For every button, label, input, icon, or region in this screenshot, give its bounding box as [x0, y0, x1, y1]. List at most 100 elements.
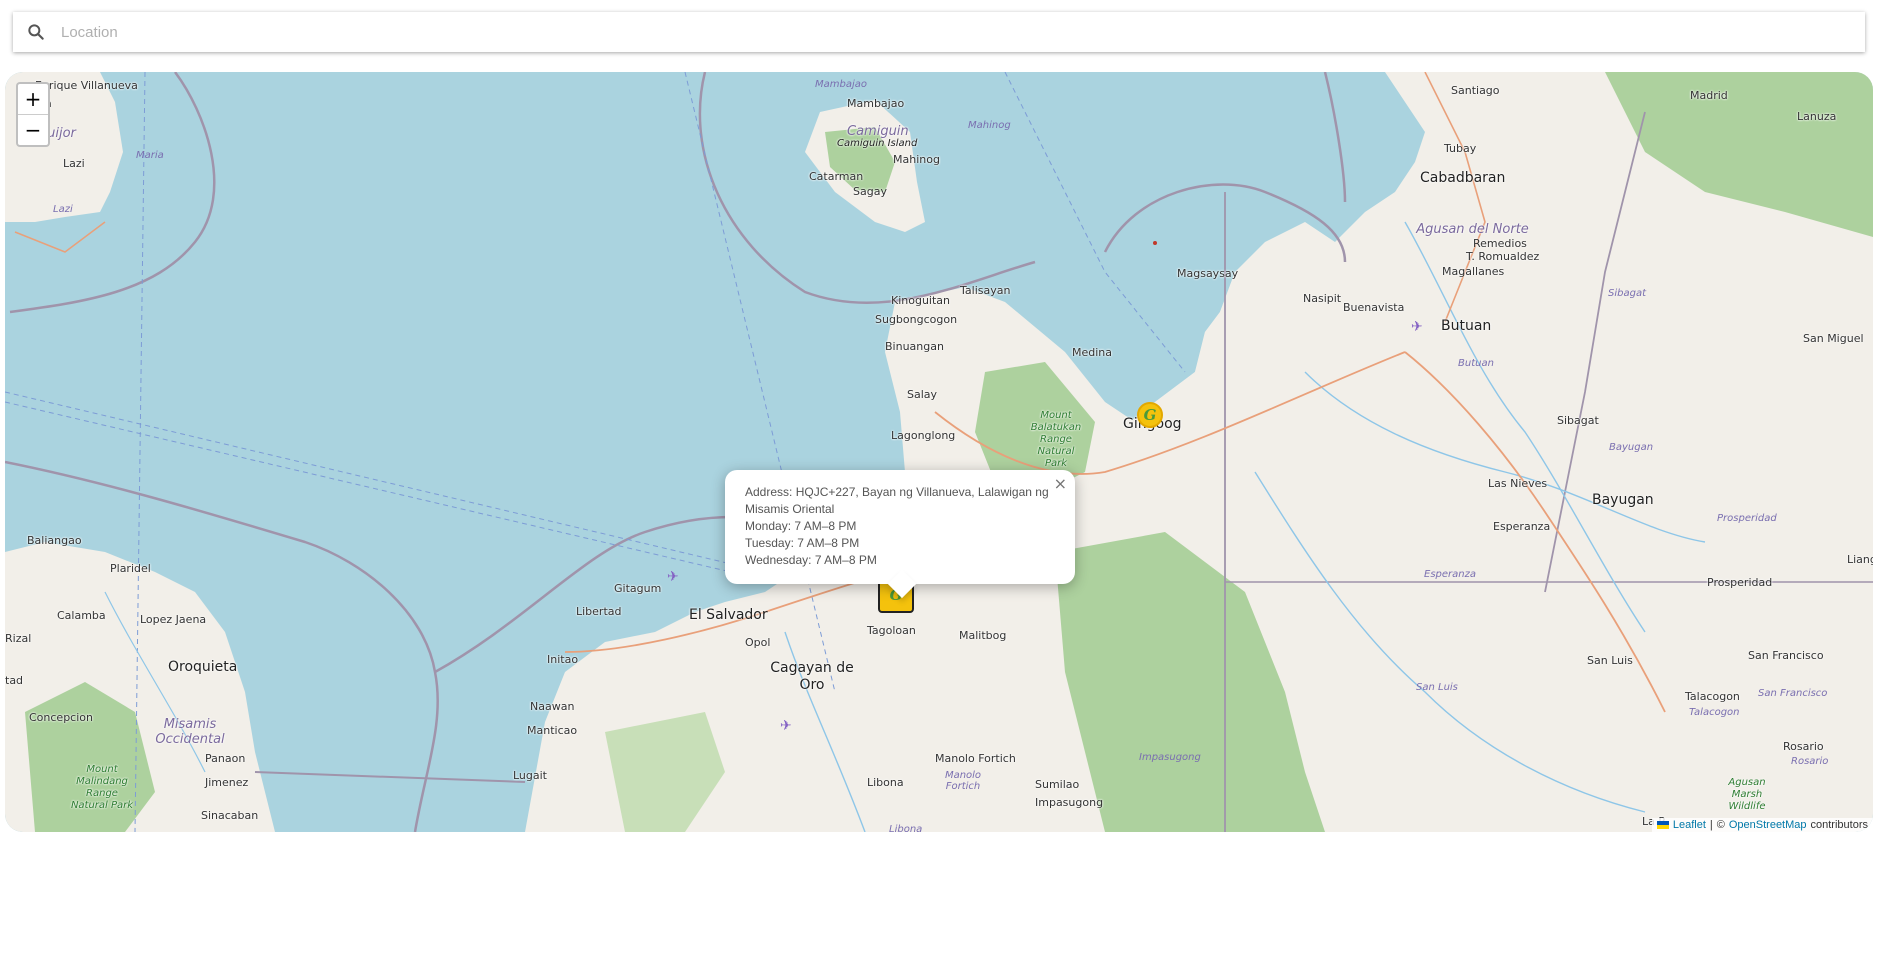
- place-label: Concepcion: [29, 711, 93, 724]
- place-label: tad: [5, 674, 24, 687]
- water-label: Talacogon: [1689, 707, 1740, 718]
- place-label: Initao: [547, 653, 579, 666]
- place-label: Sinacaban: [201, 809, 259, 822]
- place-label: Sugbongcogon: [875, 313, 958, 326]
- place-label: Liang: [1847, 553, 1873, 566]
- place-label: Sibagat: [1557, 414, 1599, 427]
- water-label: Lazi: [53, 204, 73, 215]
- place-label: Catarman: [809, 170, 864, 183]
- place-label: Magallanes: [1442, 265, 1505, 278]
- place-label: Remedios: [1473, 237, 1527, 250]
- zoom-in-button[interactable]: +: [18, 84, 48, 114]
- airport-icon: ✈: [1411, 319, 1423, 335]
- popup-hours-line: Tuesday: 7 AM–8 PM: [745, 536, 860, 550]
- place-label: Bayugan: [1592, 492, 1654, 508]
- zoom-out-button[interactable]: −: [18, 114, 48, 145]
- osm-link[interactable]: OpenStreetMap: [1729, 819, 1807, 831]
- water-label: San Francisco: [1758, 688, 1828, 699]
- place-label: Sagay: [853, 185, 887, 198]
- water-label: Manolo Fortich: [944, 770, 982, 792]
- map-tiles: [5, 72, 1873, 832]
- place-label: Baliangao: [27, 534, 82, 547]
- place-label: Magsaysay: [1177, 267, 1239, 280]
- place-label: Lugait: [513, 769, 547, 782]
- water-label: Prosperidad: [1717, 513, 1777, 524]
- place-label: T. Romualdez: [1466, 250, 1540, 263]
- place-label: Esperanza: [1493, 520, 1551, 533]
- location-search-input[interactable]: [59, 11, 1865, 53]
- place-label: Sumilao: [1035, 778, 1080, 791]
- copyright-symbol: ©: [1716, 819, 1725, 831]
- park-label: Mount Malindang Range Natural Park: [70, 764, 134, 811]
- place-label: Buenavista: [1343, 301, 1405, 314]
- place-label: Lagonglong: [891, 429, 956, 442]
- place-label: Plaridel: [110, 562, 151, 575]
- place-label: Lopez Jaena: [140, 613, 207, 626]
- water-label: Bayugan: [1609, 442, 1654, 453]
- place-label: Las Nieves: [1488, 477, 1548, 490]
- place-label: Camiguin: [847, 124, 909, 139]
- place-label: San Francisco: [1748, 649, 1824, 662]
- water-label: Libona: [889, 824, 923, 832]
- place-label: San Luis: [1587, 654, 1633, 667]
- place-label: Agusan del Norte: [1416, 222, 1529, 237]
- place-label: Panaon: [205, 752, 246, 765]
- place-label: Santiago: [1451, 84, 1500, 97]
- place-label: Cagayan de Oro: [770, 660, 854, 693]
- place-label: Jimenez: [205, 776, 249, 789]
- place-label: Naawan: [530, 700, 575, 713]
- popup-close-button[interactable]: ×: [1054, 474, 1067, 493]
- park-label: Mount Balatukan Range Natural Park: [1030, 410, 1082, 469]
- map-container[interactable]: Enrique Villanueva ina Siquijor Lazi Mar…: [5, 72, 1873, 832]
- place-label: Gitagum: [614, 582, 662, 595]
- place-label: Manolo Fortich: [935, 752, 1016, 765]
- water-label: Esperanza: [1424, 569, 1476, 580]
- water-label: Mahinog: [968, 120, 1011, 131]
- leaflet-link[interactable]: Leaflet: [1673, 819, 1706, 831]
- airport-icon: ✈: [667, 569, 679, 585]
- place-label: Libona: [867, 776, 904, 789]
- place-label: Prosperidad: [1707, 576, 1773, 589]
- place-label: Rizal: [5, 632, 32, 645]
- place-label: Malitbog: [959, 629, 1007, 642]
- store-marker-gingoog[interactable]: G: [1137, 402, 1163, 428]
- popup-hours-line: Wednesday: 7 AM–8 PM: [745, 553, 877, 567]
- airport-icon: ✈: [780, 718, 792, 734]
- popup-address-line: Misamis Oriental: [745, 502, 835, 516]
- place-label: Medina: [1072, 346, 1113, 359]
- water-label: San Luis: [1416, 682, 1458, 693]
- place-label: Talisayan: [960, 284, 1011, 297]
- place-label: Salay: [907, 388, 938, 401]
- place-label: Mahinog: [893, 153, 940, 166]
- place-label: Butuan: [1441, 318, 1492, 334]
- place-label: Kinoguitan: [891, 294, 951, 307]
- place-label: Tagoloan: [867, 624, 916, 637]
- place-label: Enrique Villanueva: [35, 79, 138, 92]
- place-label: Misamis Occidental: [155, 717, 225, 747]
- location-popup: × Address: HQJC+227, Bayan ng Villanueva…: [725, 470, 1075, 599]
- location-search-bar[interactable]: [13, 11, 1865, 53]
- place-label: Mambajao: [847, 97, 905, 110]
- map-attribution: Leaflet | © OpenStreetMap contributors: [1651, 818, 1873, 832]
- place-label: Opol: [745, 636, 771, 649]
- popup-address-line: Address: HQJC+227, Bayan ng Villanueva, …: [745, 485, 1049, 499]
- place-label: Calamba: [57, 609, 106, 622]
- place-label: Talacogon: [1685, 690, 1740, 703]
- place-label: San Miguel: [1803, 332, 1864, 345]
- place-label: Madrid: [1690, 89, 1728, 102]
- place-label: Manticao: [527, 724, 578, 737]
- water-label: Mambajao: [815, 79, 867, 90]
- place-label: Rosario: [1783, 740, 1824, 753]
- popup-hours-line: Monday: 7 AM–8 PM: [745, 519, 857, 533]
- contributors-text: contributors: [1810, 819, 1868, 831]
- place-label: Impasugong: [1035, 796, 1104, 809]
- attribution-separator: |: [1709, 819, 1713, 831]
- water-label: Maria: [136, 150, 164, 161]
- place-label: Oroquieta: [168, 659, 238, 675]
- place-label: Lanuza: [1797, 110, 1837, 123]
- place-label: Cabadbaran: [1420, 170, 1506, 186]
- ukraine-flag-icon: [1656, 821, 1669, 829]
- place-label: Lazi: [63, 157, 85, 170]
- place-label: Tubay: [1444, 142, 1477, 155]
- park-label: Agusan Marsh Wildlife: [1728, 777, 1766, 812]
